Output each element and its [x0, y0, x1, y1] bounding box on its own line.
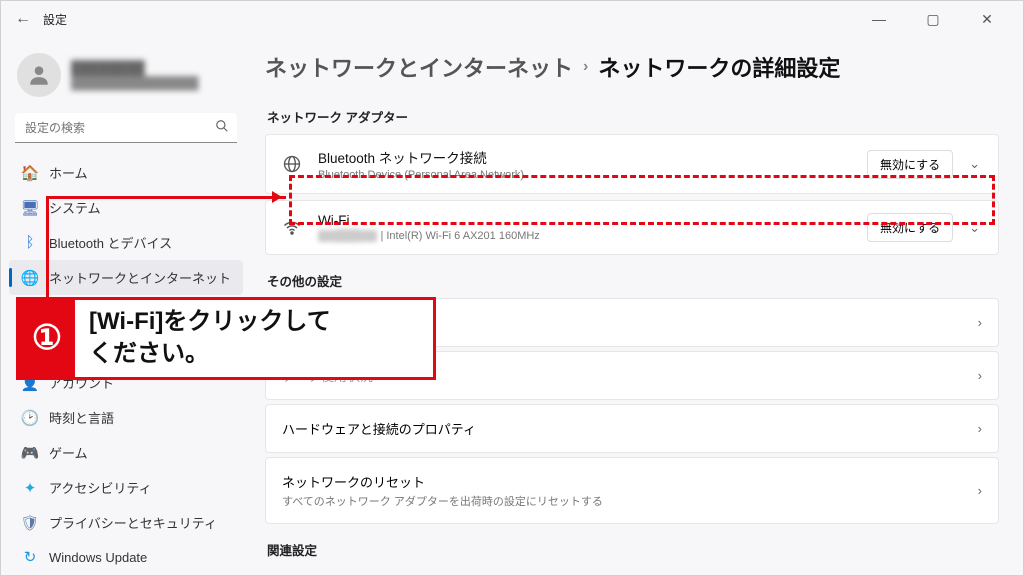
sidebar-item-label: Windows Update — [49, 550, 147, 565]
chevron-right-icon: › — [978, 421, 982, 436]
sidebar-item-label: アクセシビリティ — [49, 478, 152, 497]
annotation-arrow-vert — [46, 196, 49, 300]
avatar-icon — [17, 53, 61, 97]
nav-icon: ✦ — [21, 479, 39, 497]
annotation-callout: ① [Wi-Fi]をクリックしてください。 — [16, 297, 436, 380]
nav-icon: 🏠 — [21, 164, 39, 182]
section-related-title: 関連設定 — [267, 540, 999, 559]
annotation-number: ① — [19, 300, 75, 377]
nav-icon: 🛡 — [21, 514, 39, 532]
disable-button[interactable]: 無効にする — [867, 213, 953, 242]
page-title: ネットワークの詳細設定 — [598, 51, 840, 83]
breadcrumb: ネットワークとインターネット › ネットワークの詳細設定 — [265, 41, 999, 91]
minimize-button[interactable]: — — [861, 11, 897, 28]
link-network-reset[interactable]: ネットワークのリセット すべてのネットワーク アダプターを出荷時の設定にリセット… — [265, 457, 999, 524]
sidebar-item-label: Bluetooth とデバイス — [49, 233, 172, 252]
nav-icon: ᛒ — [21, 234, 39, 252]
section-adapters-title: ネットワーク アダプター — [267, 107, 999, 126]
close-button[interactable]: ✕ — [969, 11, 1005, 28]
sidebar-item-0[interactable]: 🏠 ホーム — [9, 155, 243, 190]
back-button[interactable]: ← — [9, 5, 37, 33]
annotation-text: [Wi-Fi]をクリックしてください。 — [75, 300, 345, 377]
section-other-title: その他の設定 — [267, 271, 999, 290]
sidebar-item-7[interactable]: 🕑 時刻と言語 — [9, 400, 243, 435]
sidebar-item-label: プライバシーとセキュリティ — [49, 513, 217, 532]
breadcrumb-parent[interactable]: ネットワークとインターネット — [265, 51, 573, 83]
disable-button[interactable]: 無効にする — [867, 150, 953, 179]
sidebar-item-9[interactable]: ✦ アクセシビリティ — [9, 470, 243, 505]
sidebar-item-label: ホーム — [49, 163, 88, 182]
adapter-title: Bluetooth ネットワーク接続 — [318, 147, 867, 167]
sidebar-item-label: システム — [49, 198, 101, 217]
nav-icon: 🌐 — [21, 269, 39, 287]
sidebar-item-3[interactable]: 🌐 ネットワークとインターネット — [9, 260, 243, 295]
nav-icon: 🖥 — [21, 199, 39, 217]
chevron-right-icon: › — [978, 315, 982, 330]
adapter-wifi[interactable]: Wi-Fi ███ | Intel(R) Wi-Fi 6 AX201 160MH… — [265, 200, 999, 255]
adapter-title: Wi-Fi — [318, 213, 867, 228]
sidebar-item-label: 時刻と言語 — [49, 408, 114, 427]
sidebar-item-2[interactable]: ᛒ Bluetooth とデバイス — [9, 225, 243, 260]
app-title: 設定 — [43, 11, 67, 28]
sidebar-item-10[interactable]: 🛡 プライバシーとセキュリティ — [9, 505, 243, 540]
sidebar-item-8[interactable]: 🎮 ゲーム — [9, 435, 243, 470]
sidebar-item-11[interactable]: ↻ Windows Update — [9, 540, 243, 574]
chevron-down-icon[interactable]: ⌄ — [965, 220, 984, 236]
wifi-icon — [280, 216, 304, 240]
user-account[interactable]: ████████ ███████████████ — [7, 45, 245, 111]
maximize-button[interactable]: ▢ — [915, 11, 951, 28]
search-input[interactable] — [15, 113, 237, 143]
globe-icon — [280, 152, 304, 176]
chevron-right-icon: › — [978, 368, 982, 383]
adapter-subtitle: ███ | Intel(R) Wi-Fi 6 AX201 160MHz — [318, 230, 867, 242]
adapter-subtitle: Bluetooth Device (Personal Area Network) — [318, 169, 867, 181]
annotation-arrow — [46, 196, 286, 199]
nav-icon: 🎮 — [21, 444, 39, 462]
search-icon — [215, 119, 229, 138]
chevron-right-icon: › — [583, 58, 588, 76]
link-hardware-props[interactable]: ハードウェアと接続のプロパティ › — [265, 404, 999, 453]
sidebar-item-label: ゲーム — [49, 443, 88, 462]
chevron-down-icon[interactable]: ⌄ — [965, 156, 984, 172]
user-info: ████████ ███████████████ — [71, 60, 199, 90]
adapter-bluetooth[interactable]: Bluetooth ネットワーク接続 Bluetooth Device (Per… — [265, 134, 999, 194]
nav-icon: 🕑 — [21, 409, 39, 427]
sidebar-item-label: ネットワークとインターネット — [49, 268, 231, 287]
nav-icon: ↻ — [21, 548, 39, 566]
chevron-right-icon: › — [978, 483, 982, 498]
